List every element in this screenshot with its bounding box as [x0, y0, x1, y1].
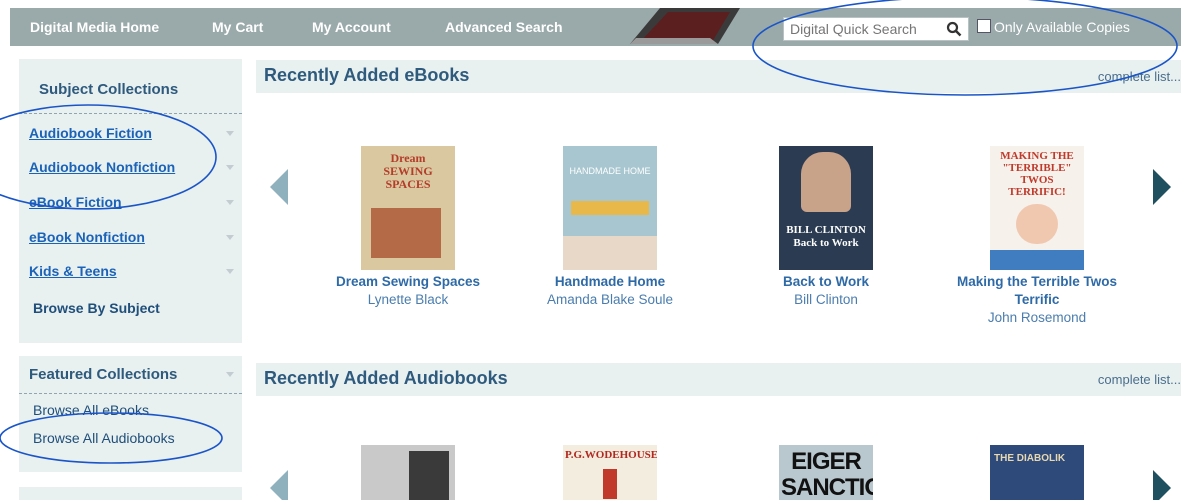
ebooks-complete-list-link[interactable]: complete list... — [1098, 69, 1181, 84]
divider — [19, 113, 242, 114]
subject-collections-title: Subject Collections — [39, 81, 179, 98]
book-cover[interactable]: P.G.WODEHOUSE — [563, 445, 657, 500]
cover-text: EIGER SANCTION — [781, 448, 873, 500]
ebook-title-link[interactable]: Dream Sewing Spaces — [308, 273, 508, 291]
ebook-author: Bill Clinton — [794, 292, 858, 307]
only-available-checkbox[interactable] — [977, 19, 991, 33]
sidebar-panel-partial — [19, 487, 242, 500]
nav-advanced-search[interactable]: Advanced Search — [445, 19, 563, 35]
ebook-author: Amanda Blake Soule — [546, 292, 674, 307]
cover-text: THE DIABOLIK — [994, 453, 1066, 464]
book-cover[interactable]: EIGER SANCTION — [779, 445, 873, 500]
audiobooks-complete-list-link[interactable]: complete list... — [1098, 372, 1181, 387]
subject-audiobook-fiction[interactable]: Audiobook Fiction — [29, 125, 152, 141]
browse-by-subject-link[interactable]: Browse By Subject — [33, 300, 160, 316]
subject-audiobook-nonfiction[interactable]: Audiobook Nonfiction — [29, 159, 175, 175]
carousel-prev-arrow-icon[interactable] — [268, 167, 290, 207]
featured-collections-panel: Featured Collections Browse All eBooks B… — [19, 356, 242, 472]
carousel-next-arrow-icon[interactable] — [1151, 167, 1173, 207]
nav-digital-media-home[interactable]: Digital Media Home — [30, 19, 159, 35]
audiobooks-section-header: Recently Added Audiobooks complete list.… — [256, 363, 1181, 396]
only-available-label: Only Available Copies — [994, 19, 1130, 35]
featured-collections-title: Featured Collections — [29, 366, 178, 383]
book-cover[interactable]: Dream SEWING SPACES — [361, 146, 455, 270]
chevron-down-icon[interactable] — [226, 372, 234, 378]
subject-collections-panel: Subject Collections Audiobook Fiction Au… — [19, 59, 242, 343]
top-navigation: Digital Media Home My Cart My Account Ad… — [0, 0, 1181, 53]
subject-ebook-nonfiction[interactable]: eBook Nonfiction — [29, 229, 145, 245]
cover-art — [1016, 204, 1058, 244]
cover-text: HANDMADE HOME — [569, 166, 651, 176]
ebooks-section-header: Recently Added eBooks complete list... — [256, 60, 1181, 93]
chevron-down-icon[interactable] — [226, 269, 234, 275]
carousel-prev-arrow-icon[interactable] — [268, 468, 290, 500]
cover-text: BILL CLINTON Back to Work — [786, 224, 866, 249]
divider — [19, 393, 242, 394]
book-cover[interactable] — [361, 445, 455, 500]
browse-all-audiobooks-link[interactable]: Browse All Audiobooks — [33, 430, 175, 446]
book-cover[interactable]: BILL CLINTON Back to Work — [779, 146, 873, 270]
audiobooks-section-title: Recently Added Audiobooks — [264, 368, 508, 388]
carousel-next-arrow-icon[interactable] — [1151, 468, 1173, 500]
cover-art — [371, 208, 441, 258]
nav-my-account[interactable]: My Account — [312, 19, 391, 35]
chevron-down-icon[interactable] — [226, 165, 234, 171]
ebook-author: John Rosemond — [987, 310, 1087, 325]
ebook-title-link-line2[interactable]: Terrific — [937, 291, 1137, 309]
cover-art — [801, 152, 851, 212]
cover-art — [990, 250, 1084, 270]
cover-art — [603, 469, 617, 499]
quick-search-box — [783, 17, 969, 41]
ebook-title-link[interactable]: Handmade Home — [510, 273, 710, 291]
browse-all-ebooks-link[interactable]: Browse All eBooks — [33, 402, 149, 418]
ebook-title-link[interactable]: Making the Terrible Twos — [937, 273, 1137, 291]
ebook-author: Lynette Black — [367, 292, 449, 307]
chevron-down-icon[interactable] — [226, 235, 234, 241]
chevron-down-icon[interactable] — [226, 200, 234, 206]
chevron-down-icon[interactable] — [226, 131, 234, 137]
cover-text: P.G.WODEHOUSE — [565, 449, 657, 461]
ebooks-section-title: Recently Added eBooks — [264, 65, 470, 85]
nav-my-cart[interactable]: My Cart — [212, 19, 263, 35]
book-cover[interactable]: MAKING THE "TERRIBLE" TWOS TERRIFIC! — [990, 146, 1084, 270]
cover-text: MAKING THE "TERRIBLE" TWOS TERRIFIC! — [1000, 150, 1074, 198]
page: Digital Media Home My Cart My Account Ad… — [0, 0, 1181, 500]
cover-art — [571, 201, 649, 215]
quick-search-input[interactable] — [784, 18, 934, 40]
cover-text: Dream SEWING SPACES — [383, 151, 433, 191]
book-cover[interactable]: THE DIABOLIK — [990, 445, 1084, 500]
laptop-banner-image — [630, 8, 740, 44]
ebook-title-link[interactable]: Back to Work — [726, 273, 926, 291]
book-cover[interactable]: HANDMADE HOME — [563, 146, 657, 270]
search-icon[interactable] — [946, 21, 962, 37]
subject-ebook-fiction[interactable]: eBook Fiction — [29, 194, 122, 210]
cover-art — [563, 236, 657, 270]
cover-art — [409, 451, 449, 500]
subject-kids-teens[interactable]: Kids & Teens — [29, 263, 117, 279]
